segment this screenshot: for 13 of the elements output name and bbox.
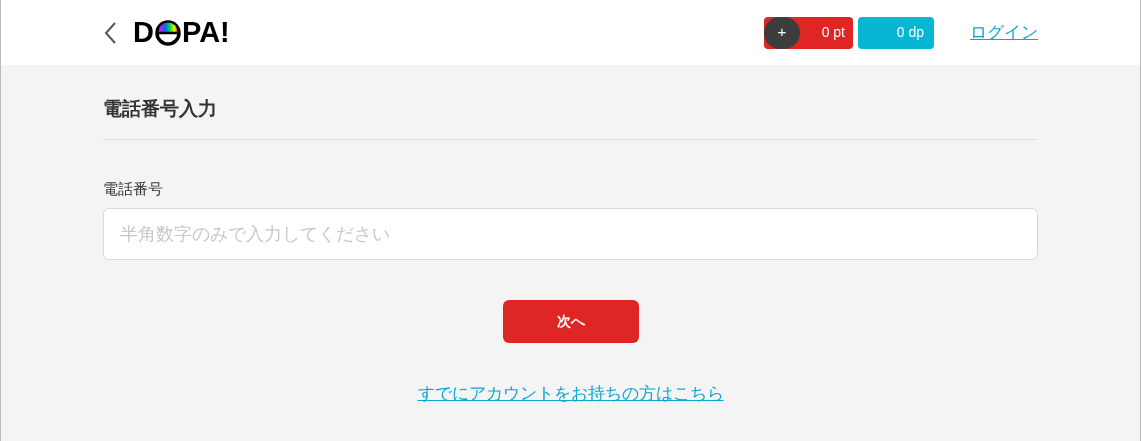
logo-text: D bbox=[133, 18, 154, 47]
field-label: 電話番号 bbox=[103, 178, 164, 199]
points-value: 0 pt bbox=[821, 23, 845, 42]
plus-button[interactable]: + bbox=[764, 16, 800, 49]
back-icon[interactable] bbox=[103, 20, 117, 45]
logo-text: PA! bbox=[181, 18, 230, 47]
next-button[interactable]: 次へ bbox=[502, 300, 639, 343]
logo-circle-icon bbox=[154, 19, 181, 46]
points-badge[interactable]: + 0 pt bbox=[764, 16, 853, 49]
dp-badge[interactable]: 0 dp bbox=[858, 16, 934, 49]
page-title: 電話番号入力 bbox=[103, 95, 1038, 140]
existing-account-link[interactable]: すでにアカウントをお持ちの方はこちら bbox=[417, 381, 724, 407]
login-link[interactable]: ログイン bbox=[970, 19, 1038, 46]
